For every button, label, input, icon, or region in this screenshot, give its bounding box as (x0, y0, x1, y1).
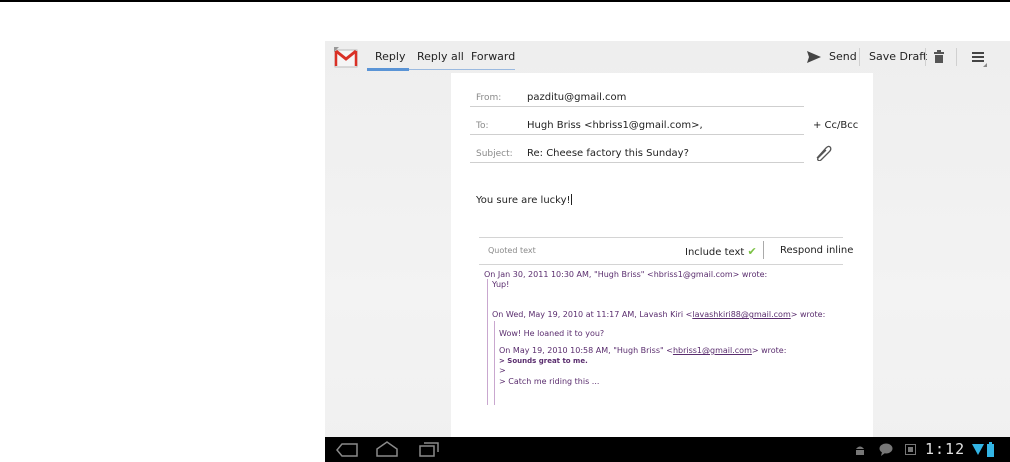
tab-forward[interactable]: Forward (471, 41, 515, 70)
to-underline (470, 134, 804, 135)
gmail-logo-icon[interactable] (334, 47, 358, 69)
quoted-header-2-suffix: > wrote: (790, 310, 826, 319)
tab-reply-selected-indicator (367, 68, 409, 71)
quoted-header-1: On Jan 30, 2011 10:30 AM, "Hugh Briss" <… (484, 270, 768, 279)
quoted-separator (763, 241, 764, 259)
email-link-lavash[interactable]: lavashkiri88@gmail.com (692, 310, 790, 319)
include-text-label: Include text (685, 247, 745, 258)
compose-card (451, 73, 873, 462)
tab-reply-all[interactable]: Reply all (417, 41, 464, 70)
save-draft-button[interactable]: Save Draft (869, 41, 927, 73)
subject-underline (470, 162, 804, 163)
quoted-text-catch-me: > Catch me riding this ... (499, 377, 600, 386)
quote-bar-inner (494, 321, 495, 405)
include-text-toggle[interactable]: Include text ✔ (685, 245, 757, 258)
respond-inline-button[interactable]: Respond inline (780, 245, 853, 256)
android-debug-icon (856, 446, 864, 455)
recent-apps-icon[interactable] (419, 442, 439, 457)
wifi-icon (972, 444, 984, 455)
email-link-hugh[interactable]: hbriss1@gmail.com (673, 346, 752, 355)
quoted-header-3-suffix: > wrote: (751, 346, 787, 355)
quote-bar-outer (487, 279, 488, 405)
quoted-text-blank: > (499, 366, 506, 375)
to-label: To: (476, 121, 489, 131)
quoted-divider-bottom (479, 264, 843, 265)
tab-reply[interactable]: Reply (375, 41, 405, 70)
from-field[interactable]: pazditu@gmail.com (527, 92, 626, 103)
system-bar: 1:12 (325, 437, 1010, 462)
battery-icon (987, 442, 994, 457)
top-divider (0, 0, 1010, 2)
to-field[interactable]: Hugh Briss <hbriss1@gmail.com>, (527, 120, 703, 131)
tab-underline (409, 69, 515, 70)
action-bar: Reply Reply all Forward Send Save Draft (325, 41, 1010, 73)
quoted-text-loaned: Wow! He loaned it to you? (499, 329, 605, 338)
checkmark-icon: ✔ (747, 245, 757, 258)
quoted-header-2: On Wed, May 19, 2010 at 11:17 AM, Lavash… (492, 310, 825, 319)
quoted-header-3: On May 19, 2010 10:58 AM, "Hugh Briss" <… (499, 346, 786, 355)
cc-bcc-button[interactable]: + Cc/Bcc (813, 120, 858, 131)
quoted-header-3-prefix: On May 19, 2010 10:58 AM, "Hugh Briss" < (499, 346, 673, 355)
from-label: From: (476, 93, 502, 103)
from-underline (470, 106, 804, 107)
quoted-divider-top (479, 237, 843, 238)
home-icon[interactable] (376, 441, 398, 457)
action-divider (956, 48, 957, 66)
tablet-screen: Reply Reply all Forward Send Save Draft … (325, 41, 1010, 462)
quoted-header-2-prefix: On Wed, May 19, 2010 at 11:17 AM, Lavash… (492, 310, 693, 319)
chat-notification-icon (879, 443, 893, 456)
screenshot-notification-icon (905, 444, 916, 455)
paperclip-icon[interactable] (814, 145, 832, 161)
overflow-menu-icon[interactable] (971, 51, 987, 67)
text-cursor (570, 194, 572, 205)
trash-icon[interactable] (934, 50, 944, 63)
quoted-text-label: Quoted text (488, 246, 536, 255)
subject-label: Subject: (476, 149, 513, 159)
quoted-text-yup: Yup! (492, 280, 510, 289)
quoted-text-sounds-great: > Sounds great to me. (499, 357, 588, 365)
subject-field[interactable]: Re: Cheese factory this Sunday? (527, 148, 689, 159)
message-body[interactable]: You sure are lucky! (476, 194, 572, 206)
send-icon[interactable] (806, 50, 822, 64)
action-divider (859, 48, 860, 66)
send-button[interactable]: Send (829, 41, 857, 73)
message-body-text: You sure are lucky! (476, 195, 571, 206)
back-icon[interactable] (336, 443, 358, 457)
clock: 1:12 (925, 440, 966, 458)
action-divider (925, 48, 926, 66)
